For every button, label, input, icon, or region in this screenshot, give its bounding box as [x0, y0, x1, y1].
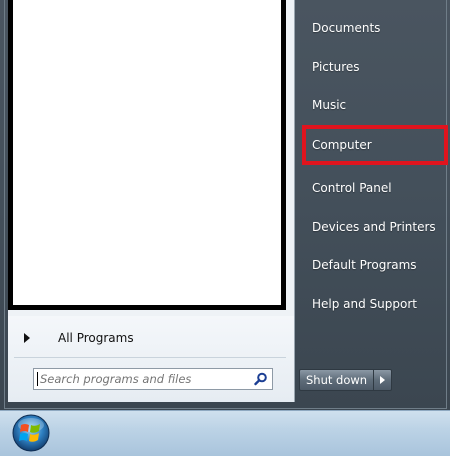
- right-item-help-and-support[interactable]: Help and Support: [299, 287, 445, 321]
- right-item-control-panel[interactable]: Control Panel: [299, 171, 445, 205]
- search-box[interactable]: [33, 368, 273, 390]
- right-item-default-programs[interactable]: Default Programs: [299, 248, 445, 282]
- right-item-label: Default Programs: [312, 258, 417, 272]
- shutdown-group: Shut down: [299, 369, 393, 391]
- search-input[interactable]: [38, 370, 250, 388]
- windows-logo-icon: [12, 414, 50, 452]
- right-item-label: Documents: [312, 21, 381, 35]
- right-item-label: Devices and Printers: [312, 220, 436, 234]
- pinned-programs-list[interactable]: [8, 0, 286, 310]
- chevron-right-icon: [380, 376, 386, 384]
- right-item-label: Music: [312, 98, 347, 112]
- right-item-pictures[interactable]: Pictures: [299, 50, 445, 84]
- right-item-documents[interactable]: Documents: [299, 11, 445, 45]
- all-programs-button[interactable]: All Programs: [12, 326, 282, 350]
- all-programs-label: All Programs: [58, 331, 134, 345]
- search-icon[interactable]: [250, 369, 272, 389]
- right-item-devices-and-printers[interactable]: Devices and Printers: [299, 210, 445, 244]
- arrow-right-icon: [24, 333, 30, 343]
- divider: [14, 357, 286, 358]
- shutdown-options-button[interactable]: [374, 369, 393, 391]
- taskbar: [0, 410, 450, 456]
- right-item-label: Help and Support: [312, 297, 417, 311]
- shutdown-button[interactable]: Shut down: [299, 369, 375, 391]
- right-item-label: Pictures: [312, 60, 360, 74]
- right-item-music[interactable]: Music: [299, 88, 445, 122]
- start-button[interactable]: [6, 413, 56, 453]
- right-item-label: Control Panel: [312, 181, 392, 195]
- start-menu: All Programs Documents Pictures Music Co…: [0, 0, 450, 410]
- computer-highlight-box: [302, 125, 448, 165]
